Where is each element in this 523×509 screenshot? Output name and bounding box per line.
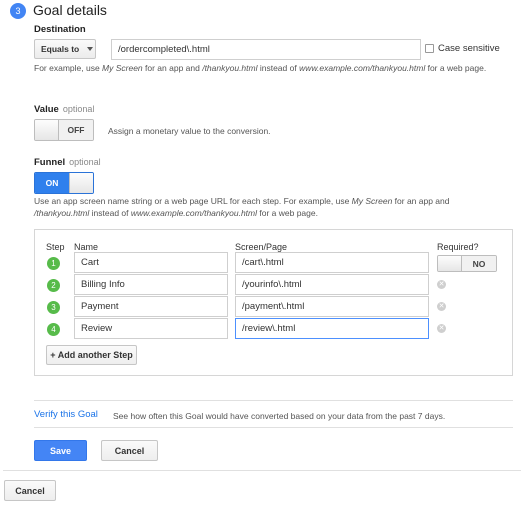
step-number-badge: 3 xyxy=(10,3,26,19)
match-type-dropdown[interactable]: Equals to xyxy=(34,39,96,59)
verify-goal-link[interactable]: Verify this Goal xyxy=(34,409,98,420)
divider xyxy=(34,400,513,401)
step-screen-input[interactable]: /cart\.html xyxy=(235,252,429,273)
remove-step-icon[interactable]: ✕ xyxy=(437,324,446,333)
step-number-badge: 2 xyxy=(47,279,60,292)
screen-column-header: Screen/Page xyxy=(235,242,288,252)
funnel-label: Funnel optional xyxy=(34,157,101,168)
required-column-header: Required? xyxy=(437,242,479,252)
funnel-toggle-state: ON xyxy=(35,173,69,193)
chevron-down-icon xyxy=(87,47,94,51)
add-another-step-button[interactable]: + Add another Step xyxy=(46,345,137,365)
value-description: Assign a monetary value to the conversio… xyxy=(108,126,271,136)
remove-step-icon[interactable]: ✕ xyxy=(437,302,446,311)
step-name-input[interactable]: Cart xyxy=(74,252,228,273)
toggle-knob xyxy=(438,256,462,271)
save-button[interactable]: Save xyxy=(34,440,87,461)
name-column-header: Name xyxy=(74,242,99,252)
step-name-input[interactable]: Billing Info xyxy=(74,274,228,295)
value-toggle-state: OFF xyxy=(59,120,93,140)
value-label: Value optional xyxy=(34,104,95,115)
match-type-value: Equals to xyxy=(41,44,80,54)
step-screen-input[interactable]: /review\.html xyxy=(235,318,429,339)
remove-step-icon[interactable]: ✕ xyxy=(437,280,446,289)
case-sensitive-label: Case sensitive xyxy=(438,43,500,54)
cancel-button[interactable]: Cancel xyxy=(101,440,158,461)
case-sensitive-checkbox[interactable] xyxy=(425,44,434,53)
step-column-header: Step xyxy=(46,242,65,252)
step-number-badge: 4 xyxy=(47,323,60,336)
toggle-knob xyxy=(35,120,59,140)
value-toggle[interactable]: OFF xyxy=(34,119,94,141)
destination-help-text: For example, use My Screen for an app an… xyxy=(34,63,487,73)
step-name-input[interactable]: Payment xyxy=(74,296,228,317)
section-title: Goal details xyxy=(33,2,107,18)
step-screen-input[interactable]: /payment\.html xyxy=(235,296,429,317)
required-toggle[interactable]: NO xyxy=(437,255,497,272)
divider xyxy=(3,470,521,471)
verify-description: See how often this Goal would have conve… xyxy=(113,411,446,421)
funnel-toggle[interactable]: ON xyxy=(34,172,94,194)
toggle-knob xyxy=(69,173,93,193)
footer-cancel-button[interactable]: Cancel xyxy=(4,480,56,501)
destination-label: Destination xyxy=(34,24,86,35)
step-number-badge: 3 xyxy=(47,301,60,314)
step-name-input[interactable]: Review xyxy=(74,318,228,339)
required-toggle-state: NO xyxy=(462,256,496,271)
divider xyxy=(34,427,513,428)
step-number-badge: 1 xyxy=(47,257,60,270)
step-screen-input[interactable]: /yourinfo\.html xyxy=(235,274,429,295)
destination-input[interactable]: /ordercompleted\.html xyxy=(111,39,421,60)
funnel-help-text: Use an app screen name string or a web p… xyxy=(34,196,450,218)
